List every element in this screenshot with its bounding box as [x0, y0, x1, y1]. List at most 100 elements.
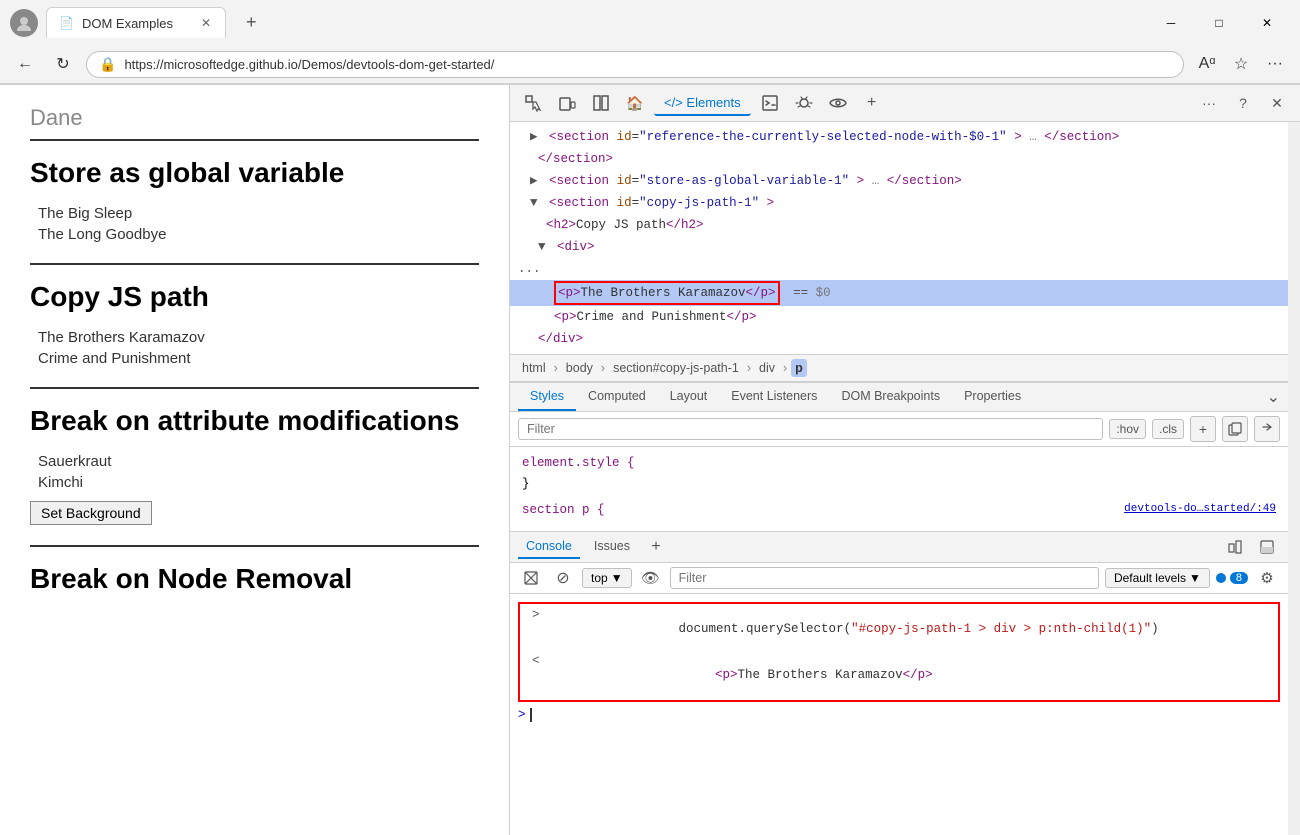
- styles-source-link[interactable]: devtools-do…started/:49: [1124, 500, 1276, 519]
- dom-text: Crime and Punishment: [577, 310, 727, 324]
- new-tab-btn[interactable]: +: [234, 6, 269, 39]
- devtools-close-btn[interactable]: ✕: [1262, 89, 1292, 117]
- console-source-label: top: [591, 571, 608, 585]
- bc-sep: ›: [554, 361, 558, 375]
- console-arrow-left: <: [532, 654, 546, 668]
- devtools-right: ▶ <section id="reference-the-currently-s…: [510, 122, 1300, 835]
- console-cursor-line[interactable]: >: [510, 706, 1288, 724]
- styles-element-rule: element.style { }: [522, 453, 1276, 496]
- devtools-scrollbar[interactable]: [1288, 122, 1300, 835]
- devtools-more-btn[interactable]: ···: [1194, 89, 1224, 117]
- section-copy-js: Copy JS path The Brothers Karamazov Crim…: [30, 281, 479, 367]
- favorites-btn[interactable]: ☆: [1226, 49, 1256, 79]
- dom-arrow: ▶: [530, 174, 538, 188]
- tab-layout[interactable]: Layout: [658, 383, 720, 411]
- styles-close: }: [522, 477, 530, 491]
- badge-dot: [1216, 573, 1226, 583]
- console-clear-btn[interactable]: [518, 565, 544, 591]
- dom-text: Copy JS path: [576, 218, 666, 232]
- styles-content: element.style { } section p { devtools-d…: [510, 447, 1288, 531]
- panel-layout-btn[interactable]: [586, 89, 616, 117]
- console-tab-issues[interactable]: Issues: [586, 535, 638, 559]
- console-cancel-btn[interactable]: ⊘: [550, 565, 576, 591]
- bc-div[interactable]: div: [755, 359, 779, 377]
- bug-icon-btn[interactable]: [789, 89, 819, 117]
- console-output-line: < <p>The Brothers Karamazov</p>: [524, 652, 1274, 698]
- styles-selector: element.style {: [522, 456, 635, 470]
- console-input-line: > document.querySelector("#copy-js-path-…: [524, 606, 1274, 652]
- bc-p[interactable]: p: [791, 359, 807, 377]
- read-aloud-btn[interactable]: Aᵅ: [1192, 49, 1222, 79]
- add-style-btn[interactable]: +: [1190, 416, 1216, 442]
- dom-tag: </section>: [538, 152, 613, 166]
- add-console-tab-btn[interactable]: +: [644, 535, 668, 559]
- window-controls: ─ □ ✕: [1148, 7, 1290, 39]
- section-break-node: Break on Node Removal: [30, 563, 479, 595]
- home-btn[interactable]: 🏠: [620, 89, 650, 117]
- store-item-1: The Big Sleep: [30, 205, 479, 222]
- tab-dom-breakpoints[interactable]: DOM Breakpoints: [829, 383, 952, 411]
- webpage-panel: Dane Store as global variable The Big Sl…: [0, 85, 510, 835]
- close-btn[interactable]: ✕: [1244, 7, 1290, 39]
- cls-btn[interactable]: .cls: [1152, 419, 1184, 439]
- profile-icon[interactable]: [10, 9, 38, 37]
- dom-tag: </p>: [746, 286, 776, 300]
- dom-text: The Brothers Karamazov: [581, 286, 746, 300]
- console-expand-btn[interactable]: [1222, 534, 1248, 560]
- copy-item-2: Crime and Punishment: [30, 350, 479, 367]
- more-btn[interactable]: ···: [1260, 49, 1290, 79]
- minimize-btn[interactable]: ─: [1148, 7, 1194, 39]
- tab-properties[interactable]: Properties: [952, 383, 1033, 411]
- section-divider: [30, 139, 479, 141]
- style-copy-btn[interactable]: [1222, 416, 1248, 442]
- console-cursor: [530, 708, 540, 722]
- browser-tab[interactable]: 📄 DOM Examples ✕: [46, 7, 226, 38]
- console-count-badge: 8: [1230, 572, 1248, 584]
- tab-styles[interactable]: Styles: [518, 383, 576, 411]
- back-btn[interactable]: ←: [10, 49, 40, 79]
- console-eye-btn[interactable]: 👁: [638, 565, 664, 591]
- console-tab-console[interactable]: Console: [518, 535, 580, 559]
- bc-body[interactable]: body: [562, 359, 597, 377]
- bc-section[interactable]: section#copy-js-path-1: [609, 359, 743, 377]
- dom-line: ▶ <section id="store-as-global-variable-…: [510, 170, 1288, 192]
- section-title-copy: Copy JS path: [30, 281, 479, 313]
- tab-computed[interactable]: Computed: [576, 383, 658, 411]
- section-store-global: Store as global variable The Big Sleep T…: [30, 157, 479, 243]
- address-bar[interactable]: 🔒 https://microsoftedge.github.io/Demos/…: [86, 51, 1184, 78]
- dom-dots: ...: [518, 262, 541, 276]
- console-level-dropdown[interactable]: Default levels ▼: [1105, 568, 1210, 588]
- console-level-label: Default levels: [1114, 571, 1186, 585]
- styles-section-rule: section p { devtools-do…started/:49: [522, 500, 1276, 521]
- tab-close-btn[interactable]: ✕: [199, 14, 213, 32]
- console-dock-btn[interactable]: [1254, 534, 1280, 560]
- bc-html[interactable]: html: [518, 359, 550, 377]
- console-settings-btn[interactable]: ⚙: [1254, 565, 1280, 591]
- styles-filter-input[interactable]: [518, 418, 1103, 440]
- dom-tag: <p>: [554, 310, 577, 324]
- console-icon-btn[interactable]: [755, 89, 785, 117]
- dom-tree: ▶ <section id="reference-the-currently-s…: [510, 122, 1288, 354]
- inspect-element-btn[interactable]: [518, 89, 548, 117]
- store-item-2: The Long Goodbye: [30, 226, 479, 243]
- devtools-help-btn[interactable]: ?: [1228, 89, 1258, 117]
- console-filter-input[interactable]: [670, 567, 1099, 589]
- dom-line-selected[interactable]: <p>The Brothers Karamazov</p> == $0: [510, 280, 1288, 306]
- tab-event-listeners[interactable]: Event Listeners: [719, 383, 829, 411]
- section-title-store: Store as global variable: [30, 157, 479, 189]
- tab-elements[interactable]: </> Elements: [654, 91, 751, 116]
- style-arrow-btn[interactable]: [1254, 416, 1280, 442]
- styles-chevron-btn[interactable]: ⌄: [1267, 383, 1280, 411]
- dom-attr: id="store-as-global-variable-1": [617, 174, 850, 188]
- console-source-dropdown[interactable]: top ▼: [582, 568, 632, 588]
- network-btn[interactable]: [823, 89, 853, 117]
- hov-btn[interactable]: :hov: [1109, 419, 1146, 439]
- set-background-btn[interactable]: Set Background: [30, 501, 152, 525]
- device-emulation-btn[interactable]: [552, 89, 582, 117]
- devtools-toolbar: 🏠 </> Elements + ··· ? ✕: [510, 85, 1300, 122]
- maximize-btn[interactable]: □: [1196, 7, 1242, 39]
- refresh-btn[interactable]: ↻: [48, 49, 78, 79]
- dom-tag: </p>: [727, 310, 757, 324]
- add-tool-btn[interactable]: +: [857, 89, 887, 117]
- console-area: Console Issues +: [510, 531, 1288, 835]
